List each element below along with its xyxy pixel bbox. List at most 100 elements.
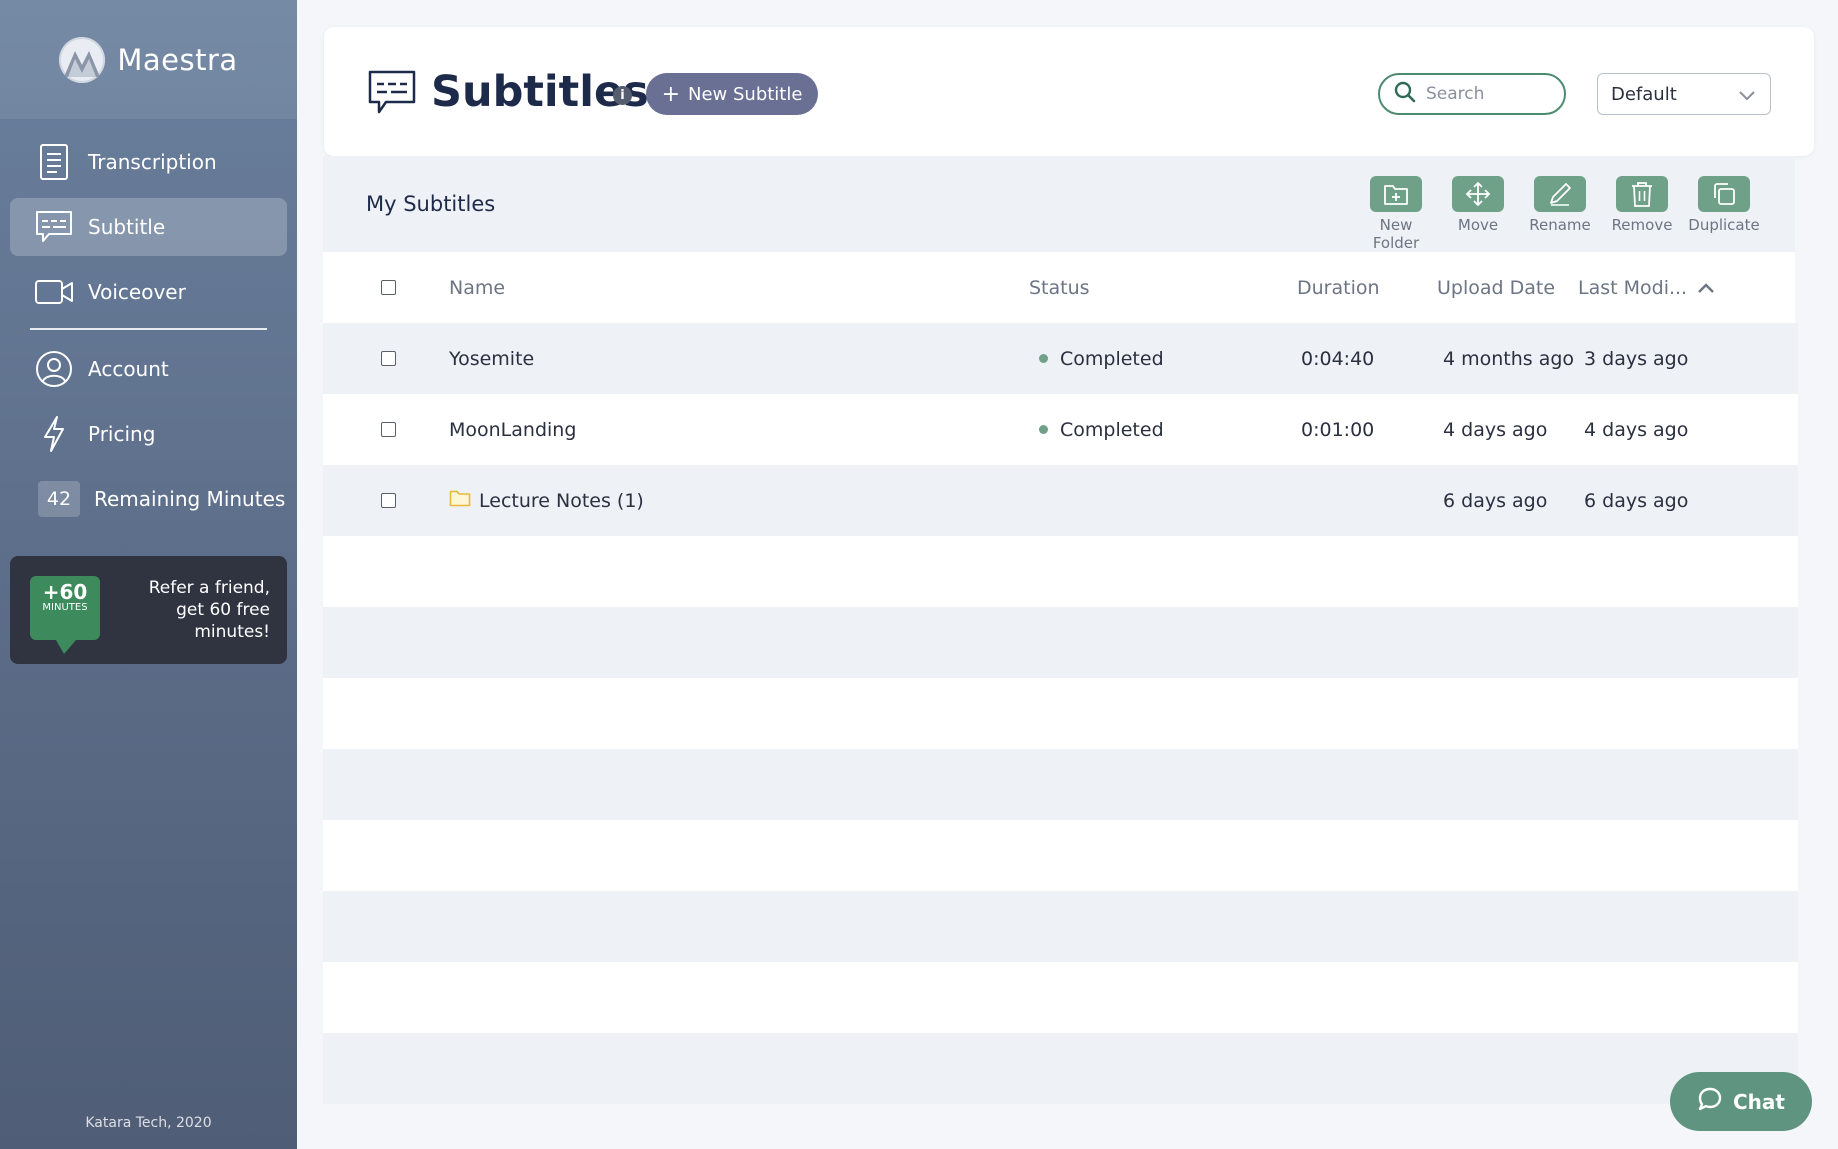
subtitle-icon [368, 70, 416, 120]
minutes-count-badge: 42 [38, 481, 80, 517]
new-subtitle-label: New Subtitle [688, 83, 803, 105]
subtitles-table: Name Status Duration Upload Date Last Mo… [323, 252, 1798, 1104]
trash-icon [1616, 176, 1668, 212]
duplicate-icon [1698, 176, 1750, 212]
sidebar-item-label: Account [88, 357, 169, 381]
rename-button[interactable]: Rename [1519, 176, 1601, 252]
panel-title: My Subtitles [366, 192, 496, 216]
row-last-modified: 6 days ago [1584, 489, 1689, 512]
empty-row [323, 891, 1798, 962]
sort-select-value: Default [1611, 83, 1677, 105]
row-status: Completed [1029, 419, 1297, 441]
empty-row [323, 607, 1798, 678]
empty-row [323, 962, 1798, 1033]
row-checkbox[interactable] [381, 351, 396, 366]
column-header-name[interactable]: Name [449, 277, 1029, 299]
column-header-last-modified[interactable]: Last Modi... [1578, 277, 1778, 299]
plus-icon: + [661, 81, 680, 107]
lightning-icon [34, 414, 74, 454]
sidebar-item-account[interactable]: Account [10, 340, 287, 398]
status-dot-icon [1039, 425, 1048, 434]
maestra-logo-icon [59, 36, 106, 83]
sidebar-item-label: Pricing [88, 422, 156, 446]
chat-label: Chat [1733, 1089, 1785, 1114]
table-header: Name Status Duration Upload Date Last Mo… [323, 252, 1795, 323]
status-dot-icon [1039, 354, 1048, 363]
document-icon [34, 142, 74, 182]
nav-divider [30, 328, 267, 330]
row-upload-date: 6 days ago [1443, 489, 1548, 512]
duplicate-button[interactable]: Duplicate [1683, 176, 1765, 252]
table-row[interactable]: Yosemite Completed 0:04:40 4 months ago … [323, 323, 1798, 394]
row-name[interactable]: MoonLanding [449, 419, 1029, 441]
table-row[interactable]: Lecture Notes (1) 6 days ago 6 days ago [323, 465, 1798, 536]
user-circle-icon [34, 349, 74, 389]
plus-minutes-badge-icon: +60 MINUTES [30, 576, 100, 654]
new-folder-icon [1370, 176, 1422, 212]
toolbar-label: Remove [1611, 216, 1673, 234]
select-all-checkbox[interactable] [381, 280, 396, 295]
sidebar-item-transcription[interactable]: Transcription [10, 133, 287, 191]
refer-text: Refer a friend, get 60 free minutes! [148, 578, 270, 642]
file-toolbar: New Folder Move Rename Remove Duplicate [1355, 176, 1765, 252]
empty-row [323, 820, 1798, 891]
row-last-modified: 3 days ago [1584, 347, 1689, 370]
move-button[interactable]: Move [1437, 176, 1519, 252]
column-header-last-modified-label: Last Modi... [1578, 276, 1688, 299]
sidebar-item-label: Transcription [88, 150, 217, 174]
empty-row [323, 749, 1798, 820]
toolbar-label: Move [1457, 216, 1499, 234]
folder-icon [449, 489, 471, 512]
row-status-text: Completed [1060, 347, 1164, 370]
row-checkbox[interactable] [381, 493, 396, 508]
info-icon[interactable]: i [613, 86, 632, 105]
column-header-status[interactable]: Status [1029, 277, 1297, 299]
empty-row [323, 1033, 1798, 1104]
sidebar-nav: Transcription Subtitle Voiceover Account [0, 119, 297, 528]
video-camera-icon [34, 272, 74, 312]
row-name[interactable]: Lecture Notes (1) [449, 489, 1029, 512]
search-input[interactable] [1426, 84, 1546, 104]
row-upload-date: 4 months ago [1443, 347, 1575, 370]
remaining-minutes-label: Remaining Minutes [94, 487, 286, 511]
sidebar-item-label: Voiceover [88, 280, 186, 304]
pencil-icon [1534, 176, 1586, 212]
sidebar-item-voiceover[interactable]: Voiceover [10, 263, 287, 321]
sort-select[interactable]: Default [1597, 73, 1771, 115]
chat-button[interactable]: Chat [1670, 1072, 1812, 1131]
sidebar-item-pricing[interactable]: Pricing [10, 405, 287, 463]
refer-badge-amount: +60 [42, 580, 88, 604]
row-status-text: Completed [1060, 418, 1164, 441]
subtitle-icon [34, 207, 74, 247]
toolbar-label: New Folder [1372, 216, 1420, 252]
chat-bubble-icon [1697, 1086, 1723, 1117]
new-folder-button[interactable]: New Folder [1355, 176, 1437, 252]
toolbar-label: Duplicate [1688, 216, 1760, 234]
row-upload-date: 4 days ago [1443, 418, 1548, 441]
table-row[interactable]: MoonLanding Completed 0:01:00 4 days ago… [323, 394, 1798, 465]
sidebar-item-label: Subtitle [88, 215, 166, 239]
logo[interactable]: Maestra [0, 0, 297, 119]
search-box[interactable] [1378, 73, 1566, 115]
refer-friend-card[interactable]: +60 MINUTES Refer a friend, get 60 free … [10, 556, 287, 664]
copyright-footer: Katara Tech, 2020 [85, 1115, 212, 1131]
row-duration: 0:04:40 [1301, 347, 1375, 370]
column-header-upload-date[interactable]: Upload Date [1437, 277, 1578, 299]
empty-row [323, 536, 1798, 607]
sidebar-item-remaining-minutes: 42 Remaining Minutes [10, 470, 287, 528]
row-duration: 0:01:00 [1301, 418, 1375, 441]
new-subtitle-button[interactable]: + New Subtitle [646, 73, 818, 115]
toolbar-label: Rename [1529, 216, 1591, 234]
row-last-modified: 4 days ago [1584, 418, 1689, 441]
chevron-down-icon [1738, 86, 1756, 107]
row-checkbox[interactable] [381, 422, 396, 437]
column-header-duration[interactable]: Duration [1297, 277, 1437, 299]
page-header: Subtitles i + New Subtitle Default [324, 27, 1814, 156]
row-name[interactable]: Yosemite [449, 348, 1029, 370]
move-icon [1452, 176, 1504, 212]
remove-button[interactable]: Remove [1601, 176, 1683, 252]
app-name: Maestra [117, 42, 238, 77]
row-status: Completed [1029, 348, 1297, 370]
sidebar-item-subtitle[interactable]: Subtitle [10, 198, 287, 256]
sidebar: Maestra Transcription Subtitle Voiceover [0, 0, 297, 1149]
